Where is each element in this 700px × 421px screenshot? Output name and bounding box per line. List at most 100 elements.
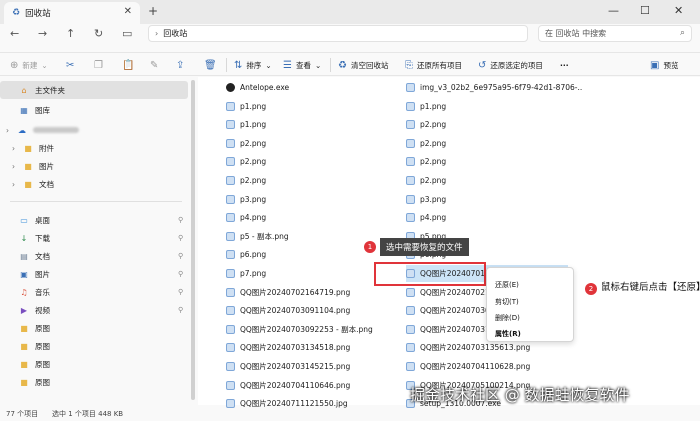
cloud-icon: ☁ — [18, 125, 26, 135]
file-item[interactable]: p4.png — [226, 209, 396, 226]
sidebar-item-folder[interactable]: ■ 原图 — [0, 355, 50, 373]
sidebar-item-images[interactable]: ▣ 图片 — [0, 265, 50, 283]
folder-icon: ■ — [20, 359, 28, 369]
tab-title: 回收站 — [25, 9, 51, 19]
context-menu-delete[interactable]: 删除(D) — [495, 313, 520, 323]
close-tab-icon[interactable]: ✕ — [124, 6, 132, 17]
file-item[interactable]: p4.png — [406, 209, 582, 226]
sort-button[interactable]: ⇅ 排序 ⌄ — [234, 57, 272, 73]
cut-icon[interactable]: ✂ — [66, 57, 74, 73]
file-item[interactable]: QQ图片20240703092253 - 副本.png — [226, 321, 396, 338]
file-item[interactable]: QQ图片20240704110646.png — [226, 377, 396, 394]
view-button[interactable]: ☰ 查看 ⌄ — [283, 57, 321, 73]
close-window-button[interactable]: ✕ — [674, 4, 683, 17]
file-item[interactable]: QQ图片20240704110628.png — [406, 358, 582, 375]
file-item[interactable]: p2.png — [226, 135, 396, 152]
sidebar-item-folder[interactable]: ■ 原图 — [0, 373, 50, 391]
view-icon: ☰ — [283, 59, 292, 71]
file-item[interactable]: p1.png — [226, 116, 396, 133]
chevron-right-icon: › — [12, 179, 15, 189]
sidebar-item-home[interactable]: ⌂ 主文件夹 — [0, 81, 188, 99]
explorer-window: ♻ 回收站 ✕ + — ☐ ✕ ← → ↑ ↻ ▭ › 回收站 在 回收站 中搜… — [0, 0, 700, 421]
sidebar-item-documents[interactable]: › ■ 文档 — [0, 175, 54, 193]
file-item[interactable]: p2.png — [406, 172, 582, 189]
file-item[interactable]: QQ图片20240702164719.png — [226, 284, 396, 301]
refresh-icon[interactable]: ↻ — [94, 27, 103, 40]
pin-icon[interactable]: ⚲ — [178, 306, 183, 314]
empty-bin-label: 清空回收站 — [350, 60, 389, 70]
file-item[interactable]: p7.png — [226, 265, 396, 282]
rename-icon[interactable]: ✎ — [150, 57, 158, 73]
pin-icon[interactable]: ⚲ — [178, 234, 183, 242]
sidebar-scrollbar[interactable] — [191, 80, 195, 400]
file-name: QQ图片20240702164719.png — [240, 287, 351, 297]
back-icon[interactable]: ← — [10, 27, 19, 40]
preview-button[interactable]: ▣ 预览 — [650, 57, 678, 73]
image-file-icon — [226, 306, 235, 316]
file-item[interactable]: p2.png — [406, 153, 582, 170]
file-name: p2.png — [240, 138, 267, 148]
file-item[interactable]: p3.png — [406, 191, 582, 208]
context-menu-properties[interactable]: 属性(R) — [495, 329, 521, 339]
status-bar: 77 个项目 选中 1 个项目 448 KB — [0, 405, 700, 421]
address-bar[interactable]: › 回收站 — [148, 25, 528, 42]
file-name: p1.png — [240, 120, 267, 130]
context-menu-restore[interactable]: 还原(E) — [495, 280, 519, 290]
file-item[interactable]: p1.png — [226, 98, 396, 115]
sidebar-item-docs[interactable]: ▤ 文档 — [0, 247, 50, 265]
search-input[interactable]: 在 回收站 中搜索 ⌕ — [538, 25, 692, 42]
pin-icon[interactable]: ⚲ — [178, 288, 183, 296]
file-item[interactable]: p2.png — [406, 135, 582, 152]
context-menu-cut[interactable]: 剪切(T) — [495, 297, 519, 307]
file-item[interactable]: p3.png — [226, 191, 396, 208]
image-file-icon — [226, 269, 235, 278]
file-item[interactable]: img_v3_02b2_6e975a95-6f79-42d1-8706-... — [406, 79, 582, 96]
pin-icon[interactable]: ⚲ — [178, 252, 183, 260]
sidebar-item-attachments[interactable]: › ■ 附件 — [0, 139, 54, 157]
maximize-button[interactable]: ☐ — [640, 4, 650, 17]
tab-recycle-bin[interactable]: ♻ 回收站 ✕ — [4, 2, 140, 24]
sidebar-item-desktop[interactable]: ▭ 桌面 — [0, 211, 50, 229]
paste-icon[interactable]: 📋 — [122, 57, 134, 73]
file-item[interactable]: QQ图片20240703091104.png — [226, 302, 396, 319]
file-name: p2.png — [420, 120, 447, 130]
application-icon — [226, 83, 235, 92]
monitor-icon[interactable]: ▭ — [122, 27, 132, 40]
more-button[interactable]: ··· — [560, 57, 569, 73]
file-item[interactable]: p2.png — [226, 153, 396, 170]
file-item[interactable]: p1.png — [406, 98, 582, 115]
restore-selected-button[interactable]: ↺ 还原选定的项目 — [478, 57, 543, 73]
sidebar-item-folder[interactable]: ■ 原图 — [0, 337, 50, 355]
restore-all-button[interactable]: ⎘ 还原所有项目 — [405, 57, 462, 73]
pin-icon[interactable]: ⚲ — [178, 270, 183, 278]
share-icon[interactable]: ⇪ — [176, 57, 184, 73]
copy-icon[interactable]: ❐ — [94, 57, 103, 73]
file-item[interactable]: p2.png — [406, 116, 582, 133]
forward-icon[interactable]: → — [38, 27, 47, 40]
sidebar-item-onedrive[interactable]: › ☁ — [0, 121, 79, 139]
sidebar-item-downloads[interactable]: ↓ 下载 — [0, 229, 50, 247]
folder-icon: ■ — [24, 179, 32, 189]
file-name: p3.png — [240, 194, 267, 204]
sidebar-item-gallery[interactable]: ▦ 图库 — [0, 101, 50, 119]
file-item[interactable]: Antelope.exe — [226, 79, 396, 96]
new-tab-button[interactable]: + — [148, 4, 158, 18]
sidebar-item-music[interactable]: ♫ 音乐 — [0, 283, 50, 301]
sidebar-item-folder[interactable]: ■ 原图 — [0, 319, 50, 337]
empty-recycle-bin-button[interactable]: ♻ 清空回收站 — [338, 57, 388, 73]
minimize-button[interactable]: — — [608, 4, 619, 17]
up-icon[interactable]: ↑ — [66, 27, 75, 40]
file-name: QQ图片20240703145215.png — [240, 362, 351, 371]
command-bar: ⊕ 新建 ⌄ ✂ ❐ 📋 ✎ ⇪ 🗑 ⇅ 排序 ⌄ ☰ 查看 ⌄ ♻ 清空回收站… — [0, 52, 700, 76]
file-item[interactable]: QQ图片20240703145215.png — [226, 358, 396, 375]
delete-icon[interactable]: 🗑 — [204, 57, 217, 73]
step-number: 2 — [585, 283, 597, 295]
file-item[interactable]: QQ图片20240703134518.png — [226, 339, 396, 356]
sidebar-item-pictures[interactable]: › ■ 图片 — [0, 157, 54, 175]
step-text: 鼠标右键后点击【还原】 — [601, 282, 700, 293]
pin-icon[interactable]: ⚲ — [178, 216, 183, 224]
file-item[interactable]: p2.png — [226, 172, 396, 189]
more-icon: ··· — [560, 60, 569, 70]
new-button[interactable]: ⊕ 新建 ⌄ — [10, 57, 48, 73]
sidebar-item-videos[interactable]: ▶ 视频 — [0, 301, 50, 319]
